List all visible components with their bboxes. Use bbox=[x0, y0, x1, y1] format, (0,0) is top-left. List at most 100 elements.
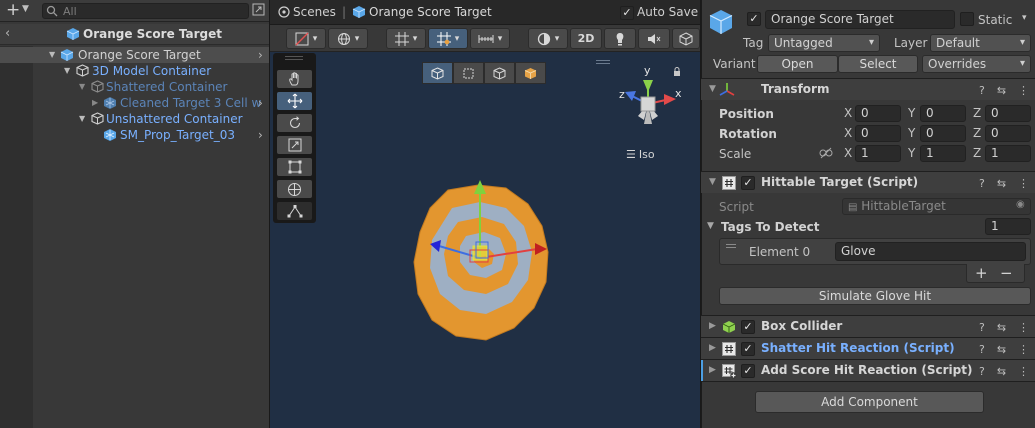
fold-arrow-icon[interactable]: ▼ bbox=[709, 79, 716, 100]
overrides-dropdown[interactable]: Overrides bbox=[922, 55, 1031, 73]
rotate-tool[interactable] bbox=[277, 114, 312, 132]
drag-handle-icon[interactable] bbox=[726, 244, 736, 248]
fold-arrow-icon[interactable]: ▼ bbox=[64, 63, 70, 79]
breadcrumb-prefab[interactable]: Orange Score Target bbox=[369, 4, 492, 20]
help-icon[interactable]: ? bbox=[979, 365, 985, 378]
scale-z-field[interactable]: 1 bbox=[985, 145, 1031, 162]
active-checkbox[interactable]: ✓ bbox=[747, 12, 761, 26]
shatter-enabled-checkbox[interactable]: ✓ bbox=[741, 342, 755, 356]
fold-arrow-icon[interactable]: ▼ bbox=[709, 172, 716, 193]
hand-tool[interactable] bbox=[277, 70, 312, 88]
tree-row-sm-prop-target[interactable]: SM_Prop_Target_03 › bbox=[0, 127, 269, 143]
position-x-label[interactable]: X bbox=[844, 105, 852, 122]
more-menu-icon[interactable]: ⋮ bbox=[1018, 84, 1029, 97]
view-mode-iso-button[interactable] bbox=[422, 62, 453, 84]
draw-mode-dropdown[interactable]: ▾ bbox=[328, 28, 368, 49]
move-gizmo[interactable] bbox=[425, 176, 555, 276]
rotation-y-field[interactable]: 0 bbox=[920, 125, 966, 142]
render-mode-dropdown[interactable]: ▾ bbox=[528, 28, 568, 49]
scale-x-field[interactable]: 1 bbox=[855, 145, 901, 162]
help-icon[interactable]: ? bbox=[979, 177, 985, 190]
view-mode-solid-button[interactable] bbox=[515, 62, 546, 84]
add-score-hit-reaction-header[interactable]: ▶ ✓ Add Score Hit Reaction (Script) ? ⇆ … bbox=[701, 359, 1035, 381]
lock-scene-icon[interactable] bbox=[252, 3, 265, 17]
chevron-down-icon[interactable]: ▼ bbox=[22, 4, 29, 14]
simulate-glove-hit-button[interactable]: Simulate Glove Hit bbox=[719, 287, 1031, 305]
list-remove-button[interactable]: − bbox=[1000, 264, 1013, 282]
tags-count-field[interactable]: 1 bbox=[985, 218, 1031, 235]
more-menu-icon[interactable]: ⋮ bbox=[1018, 321, 1029, 334]
position-y-field[interactable]: 0 bbox=[920, 105, 966, 122]
help-icon[interactable]: ? bbox=[979, 343, 985, 356]
rotation-x-label[interactable]: X bbox=[844, 125, 852, 142]
tags-fold-icon[interactable]: ▼ bbox=[707, 221, 714, 231]
grid-snap-dropdown[interactable]: ▾ bbox=[386, 28, 426, 49]
ruler-dropdown[interactable]: ▾ bbox=[470, 28, 510, 49]
static-dropdown-icon[interactable]: ▾ bbox=[1022, 13, 1027, 23]
tree-row-3d-model-container[interactable]: ▼ 3D Model Container bbox=[0, 63, 269, 79]
static-checkbox[interactable] bbox=[960, 12, 974, 26]
tree-row-orange-score-target[interactable]: ▼ Orange Score Target › bbox=[0, 47, 269, 63]
move-tool[interactable] bbox=[277, 92, 312, 110]
preset-icon[interactable]: ⇆ bbox=[997, 365, 1006, 378]
scale-y-label[interactable]: Y bbox=[908, 145, 915, 162]
fold-arrow-icon[interactable]: ▼ bbox=[49, 47, 55, 63]
rotation-x-field[interactable]: 0 bbox=[855, 125, 901, 142]
help-icon[interactable]: ? bbox=[979, 84, 985, 97]
back-chevron-icon[interactable]: ‹ bbox=[5, 26, 10, 41]
hierarchy-search-input[interactable]: All bbox=[42, 3, 249, 19]
fold-arrow-icon[interactable]: ▼ bbox=[79, 111, 85, 127]
expand-chevron-icon[interactable]: › bbox=[258, 95, 263, 111]
toggle-2d-button[interactable]: 2D bbox=[570, 28, 602, 49]
scale-x-label[interactable]: X bbox=[844, 145, 852, 162]
preset-icon[interactable]: ⇆ bbox=[997, 177, 1006, 190]
expand-chevron-icon[interactable]: › bbox=[258, 47, 263, 63]
help-icon[interactable]: ? bbox=[979, 321, 985, 334]
list-add-button[interactable]: + bbox=[975, 264, 988, 282]
tree-row-cleaned-target[interactable]: ▶ Cleaned Target 3 Cell w › bbox=[0, 95, 269, 111]
scale-y-field[interactable]: 1 bbox=[920, 145, 966, 162]
rotation-y-label[interactable]: Y bbox=[908, 125, 915, 142]
fold-arrow-icon[interactable]: ▼ bbox=[79, 79, 85, 95]
box-collider-header[interactable]: ▶ ✓ Box Collider ? ⇆ ⋮ bbox=[701, 315, 1035, 337]
prefab-scene-header[interactable]: ‹ Orange Score Target bbox=[0, 24, 269, 45]
position-x-field[interactable]: 0 bbox=[855, 105, 901, 122]
add-score-enabled-checkbox[interactable]: ✓ bbox=[741, 364, 755, 378]
hittable-target-header[interactable]: ▼ ✓ Hittable Target (Script) ? ⇆ ⋮ bbox=[701, 171, 1035, 193]
select-prefab-button[interactable]: Select bbox=[838, 55, 918, 73]
fold-arrow-icon[interactable]: ▶ bbox=[709, 338, 716, 359]
fold-arrow-icon[interactable]: ▶ bbox=[709, 360, 716, 381]
position-y-label[interactable]: Y bbox=[908, 105, 915, 122]
preset-icon[interactable]: ⇆ bbox=[997, 84, 1006, 97]
hittable-enabled-checkbox[interactable]: ✓ bbox=[741, 176, 755, 190]
position-z-label[interactable]: Z bbox=[973, 105, 981, 122]
projection-toggle[interactable]: ☰ Iso bbox=[626, 147, 655, 161]
more-menu-icon[interactable]: ⋮ bbox=[1018, 177, 1029, 190]
transform-tool[interactable] bbox=[277, 180, 312, 198]
layer-dropdown[interactable]: Default bbox=[930, 34, 1031, 52]
overlay-drag-handle[interactable] bbox=[285, 56, 303, 60]
audio-toggle[interactable] bbox=[638, 28, 670, 49]
scale-z-label[interactable]: Z bbox=[973, 145, 981, 162]
box-collider-enabled-checkbox[interactable]: ✓ bbox=[741, 320, 755, 334]
transform-header[interactable]: ▼ Transform ? ⇆ ⋮ bbox=[701, 78, 1035, 100]
effects-dropdown[interactable] bbox=[672, 28, 700, 49]
constrain-proportions-icon[interactable] bbox=[819, 147, 833, 159]
lighting-toggle[interactable] bbox=[604, 28, 636, 49]
scale-tool[interactable] bbox=[277, 136, 312, 154]
rect-tool[interactable] bbox=[277, 158, 312, 176]
expand-chevron-icon[interactable]: › bbox=[258, 127, 263, 143]
tree-row-unshattered-container[interactable]: ▼ Unshattered Container bbox=[0, 111, 269, 127]
position-z-field[interactable]: 0 bbox=[985, 105, 1031, 122]
rotation-z-label[interactable]: Z bbox=[973, 125, 981, 142]
tag-dropdown[interactable]: Untagged bbox=[768, 34, 880, 52]
rotation-z-field[interactable]: 0 bbox=[985, 125, 1031, 142]
more-menu-icon[interactable]: ⋮ bbox=[1018, 365, 1029, 378]
auto-save-checkbox[interactable]: ✓ bbox=[620, 6, 634, 20]
open-prefab-button[interactable]: Open bbox=[757, 55, 838, 73]
fold-arrow-icon[interactable]: ▶ bbox=[92, 95, 98, 111]
shatter-hit-reaction-header[interactable]: ▶ ✓ Shatter Hit Reaction (Script) ? ⇆ ⋮ bbox=[701, 337, 1035, 359]
add-component-button[interactable]: Add Component bbox=[755, 391, 984, 413]
fold-arrow-icon[interactable]: ▶ bbox=[709, 316, 716, 337]
snap-increment-dropdown[interactable]: ▾ bbox=[428, 28, 468, 49]
